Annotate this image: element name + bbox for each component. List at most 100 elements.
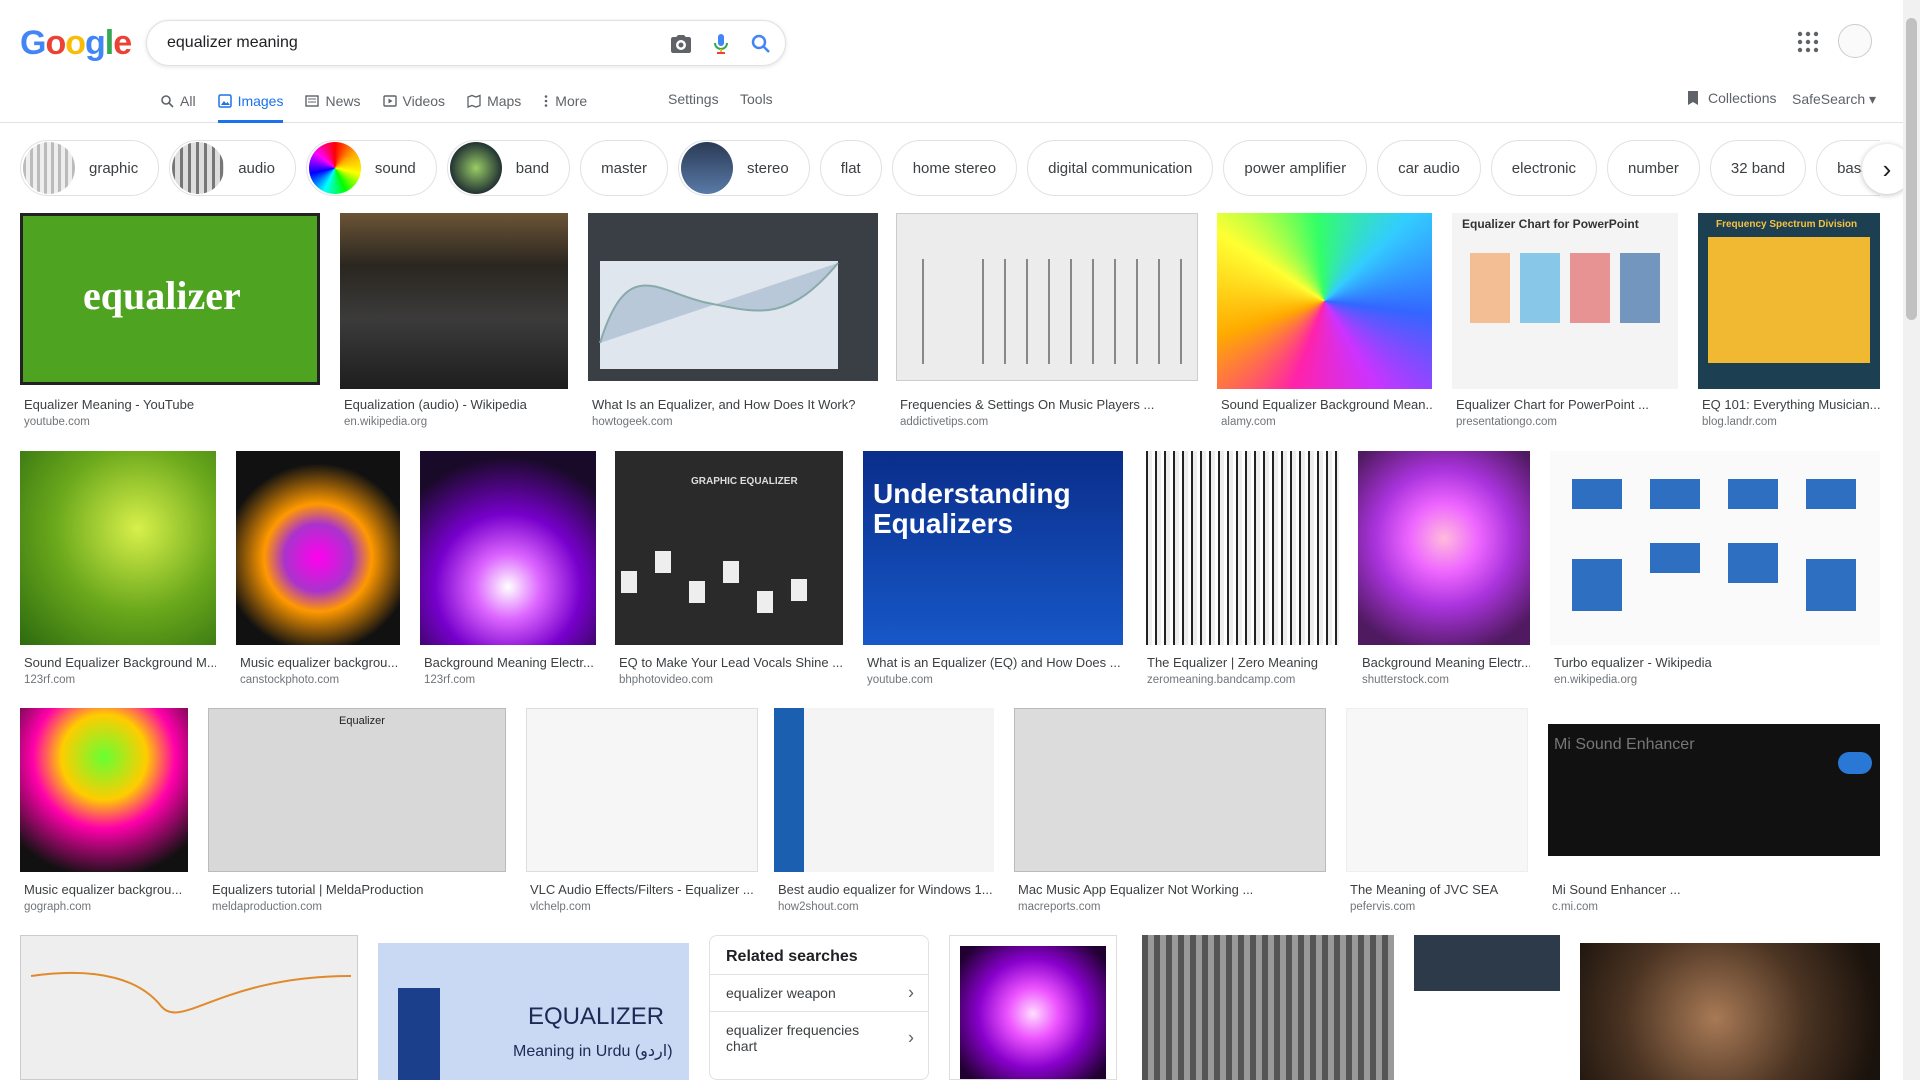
result-site[interactable]: how2shout.com bbox=[778, 901, 859, 913]
result-title[interactable]: Equalizer Chart for PowerPoint ... bbox=[1456, 397, 1678, 412]
result-thumbnail[interactable] bbox=[1217, 213, 1432, 389]
result-thumbnail[interactable] bbox=[588, 213, 878, 381]
image-result[interactable] bbox=[1414, 935, 1560, 1080]
image-result[interactable]: EQUALIZER Meaning in Urdu (اردو) bbox=[378, 943, 689, 1080]
image-result[interactable]: Best audio equalizer for Windows 1... ho… bbox=[774, 708, 994, 918]
collections-link[interactable]: Collections bbox=[1686, 90, 1776, 106]
result-thumbnail[interactable]: Mi Sound Enhancer bbox=[1548, 708, 1880, 872]
safesearch-dropdown[interactable]: SafeSearch ▾ bbox=[1792, 91, 1876, 108]
tab-all[interactable]: All bbox=[160, 88, 196, 123]
search-icon[interactable] bbox=[749, 32, 773, 56]
result-site[interactable]: bhphotovideo.com bbox=[619, 674, 713, 686]
result-site[interactable]: macreports.com bbox=[1018, 901, 1100, 913]
image-result[interactable]: Sound Equalizer Background M... 123rf.co… bbox=[20, 451, 216, 691]
tab-images[interactable]: Images bbox=[217, 88, 284, 123]
result-site[interactable]: gograph.com bbox=[24, 901, 91, 913]
result-title[interactable]: Music equalizer backgrou... bbox=[24, 882, 188, 897]
tools-link[interactable]: Tools bbox=[740, 91, 773, 107]
result-title[interactable]: Music equalizer backgrou... bbox=[240, 655, 400, 670]
result-thumbnail[interactable]: Equalizer bbox=[208, 708, 506, 872]
result-thumbnail[interactable] bbox=[1014, 708, 1326, 872]
result-title[interactable]: What is an Equalizer (EQ) and How Does .… bbox=[867, 655, 1123, 670]
result-thumbnail[interactable] bbox=[1346, 708, 1528, 872]
result-site[interactable]: youtube.com bbox=[24, 416, 90, 428]
chip-number[interactable]: number bbox=[1607, 140, 1700, 196]
result-site[interactable]: en.wikipedia.org bbox=[1554, 674, 1637, 686]
related-search-item[interactable]: equalizer frequencies chart › bbox=[710, 1011, 928, 1064]
result-thumbnail[interactable]: Frequency Spectrum Division bbox=[1698, 213, 1880, 389]
search-box[interactable]: equalizer meaning bbox=[146, 20, 786, 66]
result-thumbnail[interactable] bbox=[1142, 935, 1394, 1080]
result-site[interactable]: zeromeaning.bandcamp.com bbox=[1147, 674, 1295, 686]
image-result[interactable] bbox=[20, 935, 358, 1080]
result-site[interactable]: 123rf.com bbox=[424, 674, 475, 686]
result-title[interactable]: EQ 101: Everything Musician... bbox=[1702, 397, 1880, 412]
result-title[interactable]: The Equalizer | Zero Meaning bbox=[1147, 655, 1339, 670]
result-title[interactable]: Turbo equalizer - Wikipedia bbox=[1554, 655, 1880, 670]
image-result[interactable] bbox=[1580, 943, 1880, 1080]
result-site[interactable]: pefervis.com bbox=[1350, 901, 1415, 913]
google-logo[interactable]: Google bbox=[20, 24, 132, 63]
image-result[interactable]: Mac Music App Equalizer Not Working ... … bbox=[1014, 708, 1326, 918]
result-thumbnail[interactable] bbox=[1550, 451, 1880, 645]
image-result[interactable]: Mi Sound Enhancer Mi Sound Enhancer ... … bbox=[1548, 708, 1880, 918]
result-thumbnail[interactable] bbox=[896, 213, 1198, 381]
chip-electronic[interactable]: electronic bbox=[1490, 140, 1597, 196]
result-site[interactable]: shutterstock.com bbox=[1362, 674, 1449, 686]
result-site[interactable]: addictivetips.com bbox=[900, 416, 988, 428]
result-site[interactable]: presentationgo.com bbox=[1456, 416, 1557, 428]
chip-audio[interactable]: audio bbox=[169, 140, 296, 196]
image-result[interactable]: Music equalizer backgrou... canstockphot… bbox=[236, 451, 400, 691]
image-result[interactable]: Background Meaning Electr... 123rf.com bbox=[420, 451, 596, 691]
result-title[interactable]: Mi Sound Enhancer ... bbox=[1552, 882, 1880, 897]
image-result[interactable] bbox=[1142, 935, 1394, 1080]
settings-link[interactable]: Settings bbox=[668, 91, 719, 107]
result-thumbnail[interactable] bbox=[949, 935, 1117, 1080]
image-result[interactable]: Frequencies & Settings On Music Players … bbox=[896, 213, 1198, 433]
result-thumbnail[interactable] bbox=[420, 451, 596, 645]
chip-digital-communication[interactable]: digital communication bbox=[1027, 140, 1214, 196]
result-site[interactable]: en.wikipedia.org bbox=[344, 416, 427, 428]
image-result[interactable]: Equalizer Chart for PowerPoint Equalizer… bbox=[1452, 213, 1678, 433]
result-thumbnail[interactable] bbox=[20, 451, 216, 645]
chip-car-audio[interactable]: car audio bbox=[1377, 140, 1481, 196]
image-result[interactable]: Frequency Spectrum Division EQ 101: Ever… bbox=[1698, 213, 1880, 433]
result-title[interactable]: Equalizers tutorial | MeldaProduction bbox=[212, 882, 506, 897]
page-scrollbar[interactable] bbox=[1903, 0, 1920, 1080]
chip-32-band[interactable]: 32 band bbox=[1709, 140, 1807, 196]
image-result[interactable]: What Is an Equalizer, and How Does It Wo… bbox=[588, 213, 878, 433]
image-result[interactable]: Turbo equalizer - Wikipedia en.wikipedia… bbox=[1550, 451, 1880, 691]
result-title[interactable]: Mac Music App Equalizer Not Working ... bbox=[1018, 882, 1326, 897]
result-thumbnail[interactable] bbox=[774, 708, 994, 872]
result-site[interactable]: blog.landr.com bbox=[1702, 416, 1777, 428]
result-thumbnail[interactable] bbox=[1358, 451, 1530, 645]
image-result[interactable] bbox=[949, 935, 1117, 1080]
related-search-item[interactable]: equalizer weapon › bbox=[710, 974, 928, 1011]
result-thumbnail[interactable] bbox=[20, 708, 188, 872]
image-result[interactable]: equalizer Equalizer Meaning - YouTube yo… bbox=[20, 213, 320, 433]
result-site[interactable]: youtube.com bbox=[867, 674, 933, 686]
result-thumbnail[interactable]: Equalizer Chart for PowerPoint bbox=[1452, 213, 1678, 389]
result-thumbnail[interactable] bbox=[340, 213, 568, 389]
tab-videos[interactable]: Videos bbox=[382, 88, 445, 123]
image-result[interactable]: GRAPHIC EQUALIZER EQ to Make Your Lead V… bbox=[615, 451, 843, 691]
image-result[interactable]: VLC Audio Effects/Filters - Equalizer ..… bbox=[526, 708, 758, 918]
image-result[interactable]: Music equalizer backgrou... gograph.com bbox=[20, 708, 188, 918]
result-thumbnail[interactable] bbox=[1143, 451, 1339, 645]
chip-sound[interactable]: sound bbox=[305, 140, 437, 196]
result-thumbnail[interactable] bbox=[236, 451, 400, 645]
result-thumbnail[interactable]: EQUALIZER Meaning in Urdu (اردو) bbox=[378, 943, 689, 1080]
image-result[interactable]: The Equalizer | Zero Meaning zeromeaning… bbox=[1143, 451, 1339, 691]
result-title[interactable]: Background Meaning Electr... bbox=[424, 655, 596, 670]
chip-band[interactable]: band bbox=[446, 140, 571, 196]
tab-more[interactable]: More bbox=[543, 88, 587, 123]
result-title[interactable]: Best audio equalizer for Windows 1... bbox=[778, 882, 994, 897]
chip-flat[interactable]: flat bbox=[819, 140, 882, 196]
result-title[interactable]: Background Meaning Electr... bbox=[1362, 655, 1530, 670]
image-result[interactable]: Equalizer Equalizers tutorial | MeldaPro… bbox=[208, 708, 506, 918]
result-thumbnail[interactable] bbox=[20, 935, 358, 1080]
image-result[interactable]: The Meaning of JVC SEA pefervis.com bbox=[1346, 708, 1528, 918]
chip-graphic[interactable]: graphic bbox=[20, 140, 160, 196]
tab-maps[interactable]: Maps bbox=[467, 88, 521, 123]
result-title[interactable]: Frequencies & Settings On Music Players … bbox=[900, 397, 1198, 412]
